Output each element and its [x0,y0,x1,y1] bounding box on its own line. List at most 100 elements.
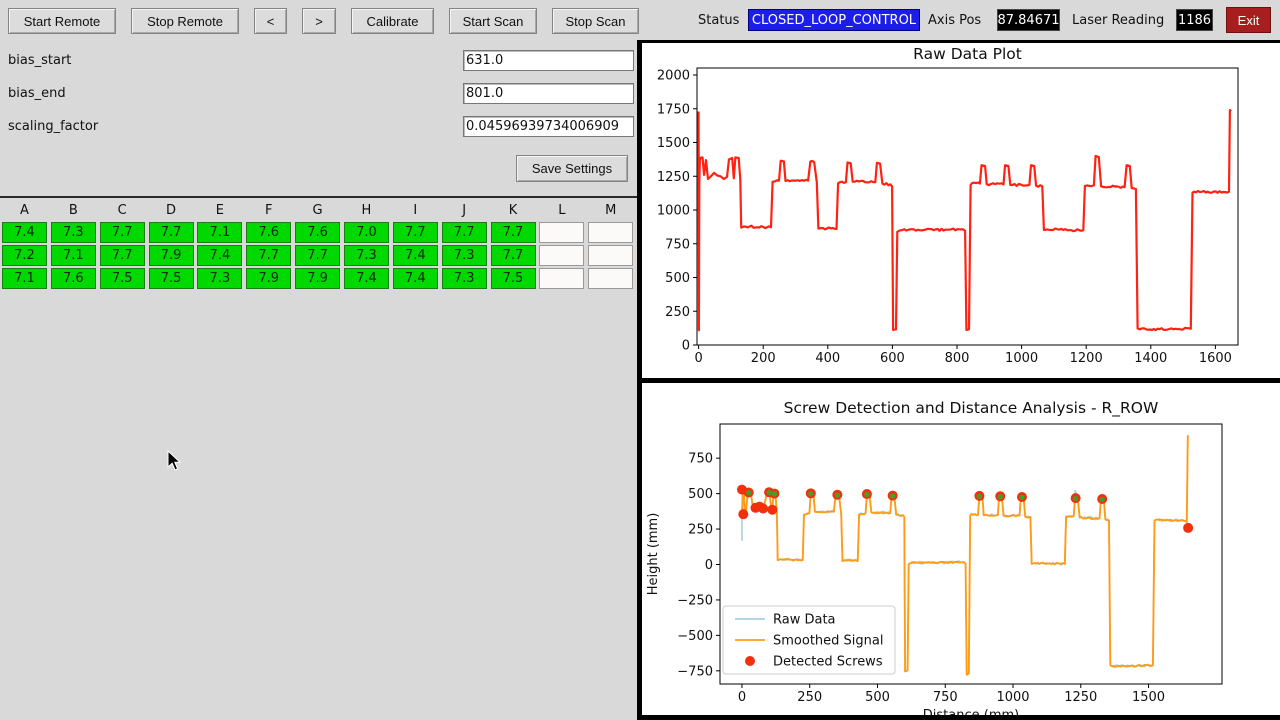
calibration-table: ABCDEFGHIJKLM7.47.37.77.77.17.67.67.07.7… [0,196,637,294]
screw-detection-plot-canvas: 0250500750100012501500−750−500−250025050… [642,383,1280,715]
screw-detection-plot: 0250500750100012501500−750−500−250025050… [642,383,1280,715]
svg-text:250: 250 [797,690,822,705]
svg-text:−500: −500 [677,629,713,644]
table-cell[interactable] [539,245,584,266]
table-cell[interactable]: 7.7 [442,222,487,243]
svg-text:1250: 1250 [1064,690,1097,705]
table-cell[interactable]: 7.3 [344,245,389,266]
table-cell[interactable]: 7.4 [344,268,389,289]
table-cell[interactable]: 7.4 [393,268,438,289]
table-cell[interactable]: 7.6 [51,268,96,289]
table-cell[interactable] [539,268,584,289]
table-cell[interactable]: 7.2 [2,245,47,266]
bias-end-label: bias_end [8,86,66,101]
svg-text:200: 200 [751,351,776,366]
svg-text:1500: 1500 [657,136,690,151]
table-col-header-G: G [295,201,340,219]
svg-text:Smoothed Signal: Smoothed Signal [773,634,883,649]
svg-text:Height (mm): Height (mm) [646,513,661,596]
svg-text:0: 0 [738,690,746,705]
stop-remote-button[interactable]: Stop Remote [131,8,239,34]
calibrate-button[interactable]: Calibrate [351,8,434,34]
svg-text:−250: −250 [677,593,713,608]
table-cell[interactable] [539,222,584,243]
table-cell[interactable]: 7.3 [442,245,487,266]
table-cell[interactable]: 7.6 [246,222,291,243]
svg-text:1000: 1000 [657,204,690,219]
table-cell[interactable]: 7.3 [197,268,242,289]
table-col-header-M: M [588,201,633,219]
table-cell[interactable]: 7.4 [197,245,242,266]
status-value: CLOSED_LOOP_CONTROL [748,9,920,31]
svg-text:400: 400 [815,351,840,366]
table-cell[interactable]: 7.7 [295,245,340,266]
laser-reading-value: 1186 [1176,9,1213,31]
exit-button[interactable]: Exit [1226,7,1271,33]
raw-data-plot: 0200400600800100012001400160002505007501… [642,43,1280,378]
table-cell[interactable]: 7.3 [442,268,487,289]
table-cell[interactable]: 7.7 [100,245,145,266]
svg-text:1600: 1600 [1199,351,1232,366]
start-remote-button[interactable]: Start Remote [8,8,116,34]
scaling-factor-input[interactable] [463,116,634,137]
table-col-header-I: I [393,201,438,219]
toolbar: Start Remote Stop Remote < > Calibrate S… [0,0,1280,40]
table-cell[interactable]: 7.4 [2,222,47,243]
svg-text:800: 800 [945,351,970,366]
bias-start-input[interactable] [463,50,634,71]
settings-panel: bias_start bias_end scaling_factor Save … [0,40,637,720]
table-cell[interactable]: 7.9 [295,268,340,289]
table-cell[interactable]: 7.5 [491,268,536,289]
table-cell[interactable]: 7.1 [2,268,47,289]
table-cell[interactable]: 7.7 [491,222,536,243]
table-cell[interactable]: 7.7 [491,245,536,266]
axis-pos-label: Axis Pos [928,13,981,28]
table-cell[interactable] [588,222,633,243]
svg-text:1250: 1250 [657,170,690,185]
table-cell[interactable]: 7.6 [295,222,340,243]
svg-text:250: 250 [665,305,690,320]
svg-text:750: 750 [933,690,958,705]
table-cell[interactable]: 7.7 [149,222,194,243]
svg-text:750: 750 [665,237,690,252]
table-cell[interactable]: 7.9 [246,268,291,289]
svg-text:0: 0 [682,339,690,354]
mouse-cursor [167,450,181,471]
table-cell[interactable] [588,268,633,289]
table-col-header-E: E [197,201,242,219]
svg-text:500: 500 [665,271,690,286]
svg-text:0: 0 [705,558,713,573]
jog-left-button[interactable]: < [254,8,287,34]
table-col-header-C: C [100,201,145,219]
svg-text:1000: 1000 [1005,351,1038,366]
table-cell[interactable]: 7.5 [149,268,194,289]
svg-text:Raw Data: Raw Data [773,613,836,628]
laser-reading-label: Laser Reading [1072,13,1164,28]
svg-text:500: 500 [688,487,713,502]
table-cell[interactable]: 7.0 [344,222,389,243]
table-cell[interactable]: 7.1 [197,222,242,243]
bias-end-input[interactable] [463,83,634,104]
table-cell[interactable]: 7.1 [51,245,96,266]
table-cell[interactable]: 7.3 [51,222,96,243]
start-scan-button[interactable]: Start Scan [449,8,537,34]
table-cell[interactable]: 7.7 [100,222,145,243]
jog-right-button[interactable]: > [302,8,336,34]
table-cell[interactable]: 7.7 [393,222,438,243]
scaling-factor-label: scaling_factor [8,119,98,134]
table-cell[interactable]: 7.5 [100,268,145,289]
stop-scan-button[interactable]: Stop Scan [552,8,639,34]
plots-region: 0200400600800100012001400160002505007501… [637,40,1280,720]
svg-text:−750: −750 [677,664,713,679]
table-cell[interactable] [588,245,633,266]
svg-text:1400: 1400 [1134,351,1167,366]
bias-start-label: bias_start [8,53,71,68]
save-settings-button[interactable]: Save Settings [516,155,628,182]
table-cell[interactable]: 7.7 [246,245,291,266]
table-col-header-J: J [442,201,487,219]
svg-text:Detected Screws: Detected Screws [773,655,883,670]
svg-text:250: 250 [688,523,713,538]
table-col-header-F: F [246,201,291,219]
table-cell[interactable]: 7.4 [393,245,438,266]
table-cell[interactable]: 7.9 [149,245,194,266]
